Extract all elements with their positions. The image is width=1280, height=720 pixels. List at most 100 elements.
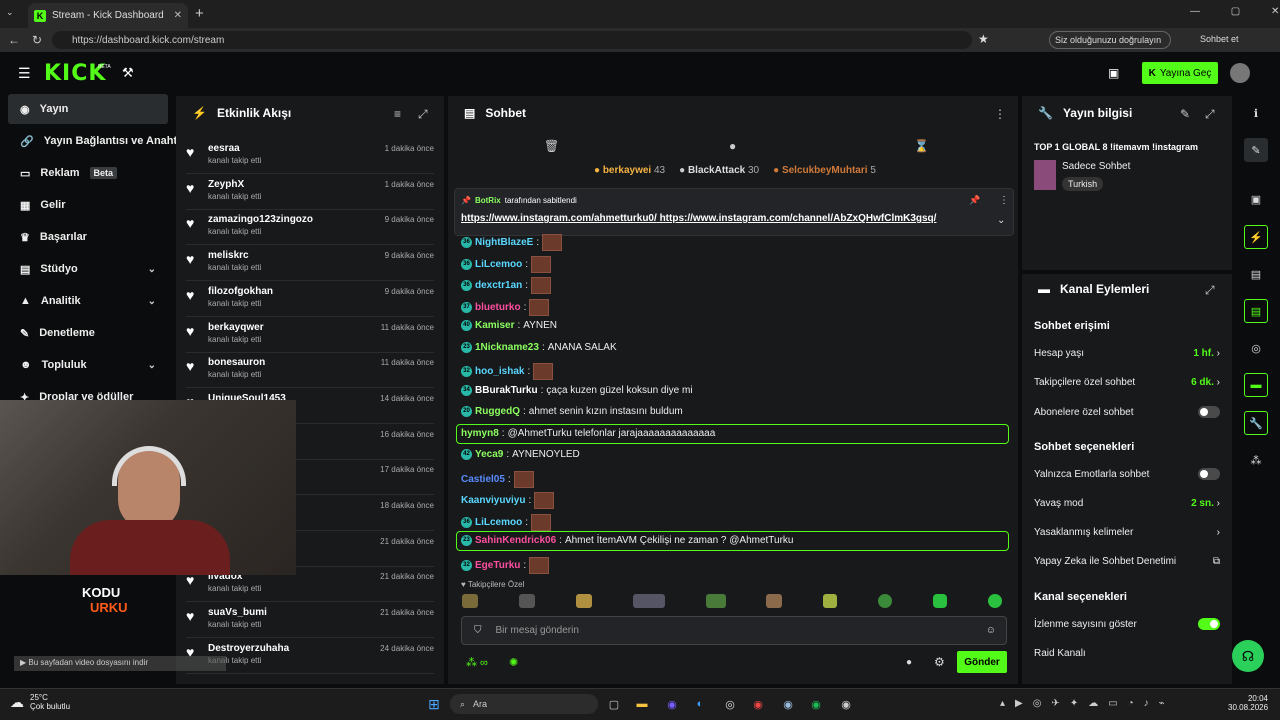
event-username[interactable]: zamazingo123zingozo [208,214,313,225]
steam-icon[interactable]: ◉ [778,694,798,714]
file-explorer-icon[interactable]: ▬ [632,694,652,714]
emote-only-toggle[interactable] [1198,468,1220,480]
clock[interactable]: 20:04 30.08.2026 [1228,694,1268,712]
raid-row[interactable]: Raid Kanalı [1034,648,1220,659]
studio-icon[interactable]: ▣ [1108,66,1119,80]
show-viewers-toggle[interactable] [1198,618,1220,630]
chat-username[interactable]: hoo_ishak [475,366,524,377]
wrench-icon[interactable]: 🔧 [1244,411,1268,435]
send-button[interactable]: Gönder [957,651,1007,673]
more-options-icon[interactable]: ⋮ [994,107,1006,121]
hamburger-icon[interactable]: ☰ [18,65,31,82]
chat-username[interactable]: hymyn8 [461,428,499,439]
chat-message[interactable]: 23 1Nickname23: ANANA SALAK [461,341,617,353]
points-icon[interactable]: ⁂ ∞ [466,656,488,669]
event-username[interactable]: Destroyerzuhaha [208,643,289,654]
chevron-down-icon[interactable]: ⌄ [997,215,1005,226]
chat-message[interactable]: 23 SahinKendrick06: Ahmet İtemAVM Çekilişi… [461,535,794,546]
nav-community[interactable]: ☻ Topluluk ⌄ [8,350,168,380]
chat-username[interactable]: Castiel05 [461,474,505,485]
event-row[interactable]: ♥ eesraa kanalı takip etti 1 dakika önce [186,139,434,174]
category-name[interactable]: Sadece Sohbet [1062,161,1130,172]
banned-words-row[interactable]: Yasaklanmış kelimeler › [1034,527,1220,538]
event-row[interactable]: ♥ filozofgokhan kanalı takip etti 9 dakika … [186,282,434,317]
taskbar-search[interactable]: ⌕ Ara [450,694,598,714]
nav-stream[interactable]: ◉ Yayın [8,94,168,124]
chat-users-icon[interactable]: ● [906,657,912,668]
chat-message[interactable]: 32 EgeTurku: [461,556,550,574]
event-row[interactable]: ♥ ZeyphX kanalı takip etti 1 dakika önce [186,175,434,210]
chat-bubble-icon[interactable]: ● [729,139,736,153]
channel-icon[interactable]: ▬ [1244,373,1268,397]
chrome-icon[interactable]: ◉ [748,694,768,714]
start-button[interactable]: ⊞ [424,694,444,714]
event-row[interactable]: ♥ berkayqwer kanalı takip etti 11 dakika ön… [186,318,434,353]
event-row[interactable]: ♥ bonesauron kanalı takip etti 11 dakika ön… [186,353,434,389]
chat-message[interactable]: 36 NightBlazeE: [461,234,563,251]
app2-icon[interactable]: ◉ [836,694,856,714]
edit-icon[interactable]: ✎ [1180,107,1190,121]
app-icon[interactable]: ◎ [720,694,740,714]
event-username[interactable]: bonesauron [208,357,265,368]
system-tray[interactable]: ▴▶◎✈✦☁▭◔♪⌁ [1000,698,1175,709]
emoji-icon[interactable]: ☺ [986,625,996,636]
nav-stream-key[interactable]: 🔗 Yayın Bağlantısı ve Anahtar [8,126,188,156]
download-video-bar[interactable]: ▶ Bu sayfadan video dosyasını indir [14,656,226,671]
new-tab-button[interactable]: + [195,5,204,22]
chat-username[interactable]: dexctr1an [475,280,522,291]
category-thumbnail[interactable] [1034,160,1056,190]
supporter-1[interactable]: ● berkaywei 43 [594,165,665,176]
avatar[interactable] [1230,63,1250,83]
chat-message[interactable]: 32 hoo_ishak: [461,363,554,380]
event-row[interactable]: ♥ zamazingo123zingozo kanalı takip etti 9 d… [186,210,434,246]
list-icon[interactable]: ▤ [1244,262,1268,286]
info-icon[interactable]: ℹ [1244,101,1268,125]
window-controls[interactable]: — ▢ ✕ [1190,6,1279,17]
chat-message[interactable]: 36 LiLcemoo: [461,513,552,531]
emote-picker-icon[interactable]: ✺ [509,656,518,669]
ai-moderation-row[interactable]: Yapay Zeka ile Sohbet Denetimi ⧉ [1034,556,1220,567]
nav-revenue[interactable]: ▦ Gelir [8,190,168,220]
event-username[interactable]: filozofgokhan [208,286,273,297]
chat-icon[interactable]: ▤ [1244,299,1268,323]
spotify-icon[interactable]: ◉ [806,694,826,714]
lightning-icon[interactable]: ⚡ [1244,225,1268,249]
help-button[interactable]: ☊ [1232,640,1264,672]
slow-mode-row[interactable]: Yavaş mod 2 sn. › [1034,498,1220,509]
hourglass-icon[interactable]: ⌛ [914,139,929,153]
chat-username[interactable]: NightBlazeE [475,237,533,248]
reload-icon[interactable]: ↻ [32,33,42,47]
nav-ads[interactable]: ▭ Reklam Beta [8,158,168,188]
browser-tab[interactable]: K Stream - Kick Dashboard ✕ [28,3,188,28]
discord-icon[interactable]: ◉ [662,694,682,714]
supporter-3[interactable]: ● SelcukbeyMuhtari 5 [773,165,876,176]
expand-icon[interactable]: ⤢ [1205,107,1215,122]
nav-studio[interactable]: ▤ Stüdyo ⌄ [8,254,168,284]
studio-icon[interactable]: ▣ [1244,187,1268,211]
event-row[interactable]: ♥ suaVs_bumi kanalı takip etti 21 dakika ön… [186,603,434,639]
subs-chat-toggle[interactable] [1198,406,1220,418]
supporter-2[interactable]: ● BlackAttack 30 [679,165,759,176]
chat-message[interactable]: 36 LiLcemoo: [461,255,552,273]
chat-message[interactable]: hymyn8: @AhmetTurku telefonlar jarajaaaaa… [461,428,715,439]
hammer-icon[interactable]: ⚒ [122,65,134,81]
chat-message[interactable]: Castiel05: [461,470,534,488]
event-username[interactable]: meliskrc [208,250,249,261]
chat-username[interactable]: LiLcemoo [475,259,522,270]
chat-username[interactable]: LiLcemoo [475,517,522,528]
chat-username[interactable]: RuggedQ [475,406,520,417]
account-age-row[interactable]: Hesap yaşı 1 hf. › [1034,348,1220,359]
go-live-button[interactable]: K Yayına Geç [1142,62,1218,84]
show-viewers-row[interactable]: İzlenme sayısını göster [1034,618,1220,630]
chat-message[interactable]: 34 BBurakTurku: çaça kuzen güzel koksun di… [461,384,693,396]
chat-username[interactable]: EgeTurku [475,560,520,571]
pinned-links[interactable]: https://www.instagram.com/ahmetturku0/ h… [461,213,936,224]
chat-message[interactable]: 37 blueturko: [461,298,550,316]
event-username[interactable]: ZeyphX [208,179,244,190]
chat-message[interactable]: 42 Yeca9: AYNENOYLED [461,449,580,460]
chat-message[interactable]: 20 RuggedQ: ahmet senin kızın instasını bu… [461,406,683,417]
nav-moderation[interactable]: ✎ Denetleme [8,318,168,348]
followers-chat-row[interactable]: Takipçilere özel sohbet 6 dk. › [1034,377,1220,388]
message-input[interactable]: ⛉ Bir mesaj gönderin ☺ [461,616,1007,645]
chat-username[interactable]: 1Nickname23 [475,342,539,353]
